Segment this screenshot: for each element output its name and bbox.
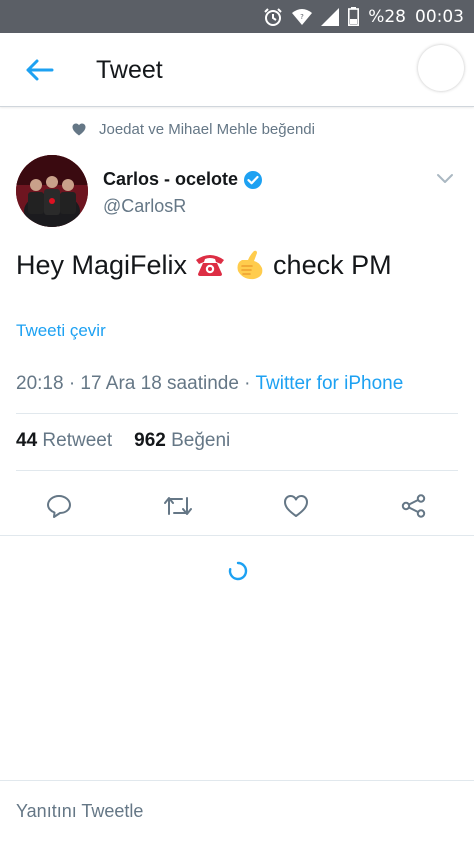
reply-input[interactable]: Yanıtını Tweetle xyxy=(16,801,143,822)
retweet-icon xyxy=(164,497,192,515)
social-context: Joedat ve Mihael Mehle beğendi xyxy=(72,121,315,138)
author-avatar[interactable] xyxy=(16,155,88,227)
like-icon xyxy=(284,495,308,517)
alarm-icon xyxy=(263,7,283,27)
battery-icon xyxy=(348,7,360,26)
tweet-timestamp: 20:18 · 17 Ara 18 saatinde · xyxy=(16,373,256,394)
tweet-meta: 20:18 · 17 Ara 18 saatinde · Twitter for… xyxy=(16,373,403,395)
tweet-text: Hey MagiFelix check PM xyxy=(16,248,392,282)
retweet-count-label: Retweet xyxy=(42,430,113,451)
battery-percent: %28 xyxy=(368,6,406,27)
author-name: Carlos - ocelote xyxy=(103,169,239,189)
tweet-text-end: check PM xyxy=(273,249,392,280)
author-handle[interactable]: @CarlosR xyxy=(103,196,186,217)
share-button[interactable] xyxy=(397,489,431,523)
reply-button[interactable] xyxy=(42,489,76,523)
chevron-down-icon xyxy=(437,174,453,183)
telephone-emoji xyxy=(193,248,227,282)
tweet-stats: 44 Retweet 962 Beğeni xyxy=(16,430,230,452)
share-icon xyxy=(401,494,426,518)
svg-text:?: ? xyxy=(300,13,304,21)
page-title: Tweet xyxy=(96,56,163,84)
app-bar: Tweet xyxy=(0,33,474,107)
reply-bar: Yanıtını Tweetle xyxy=(0,780,474,842)
social-context-text: Joedat ve Mihael Mehle beğendi xyxy=(99,121,315,138)
signal-icon xyxy=(321,7,340,26)
like-count-value: 962 xyxy=(134,430,166,451)
tweet-source-link[interactable]: Twitter for iPhone xyxy=(255,373,403,394)
reply-icon xyxy=(47,495,71,518)
like-button[interactable] xyxy=(279,489,313,523)
divider xyxy=(16,470,458,471)
verified-badge-icon xyxy=(244,170,263,189)
like-count[interactable]: 962 Beğeni xyxy=(134,430,230,452)
wifi-icon: ? xyxy=(292,8,313,26)
like-count-label: Beğeni xyxy=(171,430,231,451)
loading-spinner-icon xyxy=(227,560,249,582)
arrow-left-icon xyxy=(26,59,54,81)
divider xyxy=(0,535,474,536)
retweet-count-value: 44 xyxy=(16,430,38,451)
call-me-hand-emoji xyxy=(233,248,267,282)
retweet-button[interactable] xyxy=(161,489,195,523)
divider xyxy=(16,413,458,414)
author-name-row[interactable]: Carlos - ocelote xyxy=(103,169,263,190)
translate-tweet-link[interactable]: Tweeti çevir xyxy=(16,321,106,341)
status-bar-right: ? %28 00:03 xyxy=(263,0,464,33)
back-button[interactable] xyxy=(22,55,56,85)
retweet-count[interactable]: 44 Retweet xyxy=(16,430,112,452)
tweet-menu-button[interactable] xyxy=(430,165,460,191)
tweet-text-start: Hey MagiFelix xyxy=(16,249,188,280)
status-bar: ? %28 00:03 xyxy=(0,0,474,33)
tweet-actions xyxy=(0,485,474,525)
heart-icon xyxy=(72,123,86,136)
clock: 00:03 xyxy=(415,6,464,27)
account-avatar[interactable] xyxy=(418,45,464,91)
